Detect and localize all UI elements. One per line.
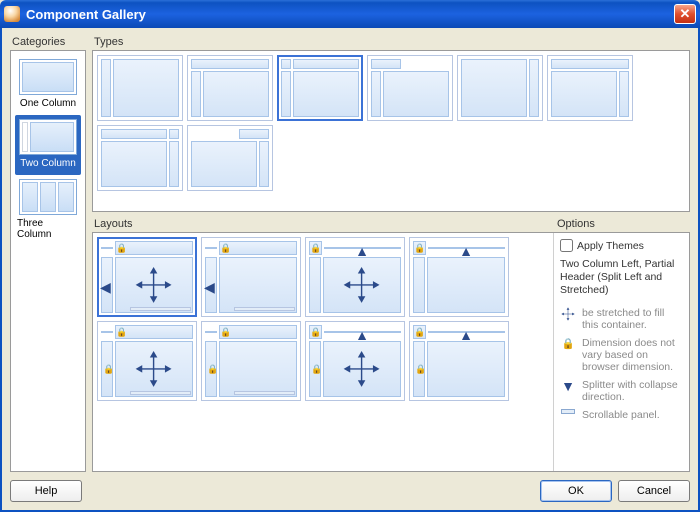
cancel-button[interactable]: Cancel xyxy=(618,480,690,502)
category-label: Three Column xyxy=(17,218,79,240)
scrollbar-icon xyxy=(130,391,191,395)
categories-panel: One Column Two Column Three Column xyxy=(10,50,86,472)
layout-item[interactable]: 🔒 ▲ 🔒 xyxy=(409,321,509,401)
lock-icon: 🔒 xyxy=(103,364,114,375)
legend-text: be stretched to fill this container. xyxy=(582,307,683,331)
category-label: Two Column xyxy=(20,158,76,169)
legend-text: Splitter with collapse direction. xyxy=(582,379,683,403)
legend: be stretched to fill this container. 🔒 D… xyxy=(560,307,683,421)
lock-icon: 🔒 xyxy=(220,327,231,337)
lock-icon: 🔒 xyxy=(207,364,218,375)
layout-item[interactable]: 🔒▲ xyxy=(409,237,509,317)
close-icon: ✕ xyxy=(680,6,691,22)
title-bar: Component Gallery ✕ xyxy=(0,0,700,28)
scrollbar-icon xyxy=(560,409,576,414)
splitter-left-icon: ◀ xyxy=(204,280,215,294)
splitter-up-icon: ▲ xyxy=(355,244,369,258)
types-grid xyxy=(97,55,685,191)
button-bar: Help OK Cancel xyxy=(10,472,690,502)
help-button[interactable]: Help xyxy=(10,480,82,502)
layout-item[interactable]: 🔒▲ xyxy=(305,237,405,317)
layouts-label: Layouts xyxy=(92,218,555,232)
lock-icon: 🔒 xyxy=(415,364,426,375)
category-thumb xyxy=(19,179,77,215)
category-thumb xyxy=(19,59,77,95)
legend-row: 🔒 Dimension does not vary based on brows… xyxy=(560,337,683,373)
type-item[interactable] xyxy=(457,55,543,121)
legend-row: ▼ Splitter with collapse direction. xyxy=(560,379,683,403)
stretch-icon xyxy=(324,258,400,312)
legend-text: Scrollable panel. xyxy=(582,409,683,421)
apply-themes-input[interactable] xyxy=(560,239,573,252)
legend-text: Dimension does not vary based on browser… xyxy=(582,337,683,373)
scrollbar-icon xyxy=(234,307,295,311)
apply-themes-label: Apply Themes xyxy=(577,240,644,252)
options-panel: Apply Themes Two Column Left, Partial He… xyxy=(554,233,689,471)
type-item[interactable] xyxy=(97,55,183,121)
apply-themes-checkbox[interactable]: Apply Themes xyxy=(560,239,683,252)
ok-button[interactable]: OK xyxy=(540,480,612,502)
scrollbar-icon xyxy=(234,391,295,395)
type-item[interactable] xyxy=(367,55,453,121)
lock-icon: 🔒 xyxy=(414,327,425,337)
lock-icon: 🔒 xyxy=(560,337,576,350)
splitter-up-icon: ▲ xyxy=(459,244,473,258)
layout-item[interactable]: 🔒 ◀ xyxy=(201,237,301,317)
lock-icon: 🔒 xyxy=(414,243,425,253)
types-panel xyxy=(92,50,690,212)
layout-item[interactable]: 🔒 🔒 xyxy=(97,321,197,401)
category-item-two-column[interactable]: Two Column xyxy=(15,115,81,175)
layout-description: Two Column Left, Partial Header (Split L… xyxy=(560,258,683,297)
splitter-left-icon: ◀ xyxy=(100,280,111,294)
layout-item[interactable]: 🔒 🔒 xyxy=(201,321,301,401)
scrollbar-icon xyxy=(130,307,191,311)
client-area: Categories One Column Two Column Three C… xyxy=(0,28,700,512)
stretch-icon xyxy=(324,342,400,396)
legend-row: Scrollable panel. xyxy=(560,409,683,421)
layout-item[interactable]: 🔒 ▲ 🔒 xyxy=(305,321,405,401)
category-thumb xyxy=(19,119,77,155)
category-label: One Column xyxy=(20,98,76,109)
close-button[interactable]: ✕ xyxy=(674,4,696,24)
app-icon xyxy=(4,6,20,22)
layout-item[interactable]: 🔒 ◀ xyxy=(97,237,197,317)
stretch-icon xyxy=(116,342,192,396)
window-title: Component Gallery xyxy=(26,7,146,22)
layouts-row: 🔒 ◀ 🔒 ◀ 🔒▲ xyxy=(92,232,690,472)
category-item-three-column[interactable]: Three Column xyxy=(15,175,81,246)
types-label: Types xyxy=(92,36,690,50)
splitter-up-icon: ▲ xyxy=(355,328,369,342)
type-item[interactable] xyxy=(187,125,273,191)
category-item-one-column[interactable]: One Column xyxy=(15,55,81,115)
type-item[interactable] xyxy=(277,55,363,121)
legend-row: be stretched to fill this container. xyxy=(560,307,683,331)
lock-icon: 🔒 xyxy=(220,243,231,253)
layouts-panel: 🔒 ◀ 🔒 ◀ 🔒▲ xyxy=(93,233,554,471)
type-item[interactable] xyxy=(97,125,183,191)
lock-icon: 🔒 xyxy=(116,243,127,253)
stretch-icon xyxy=(560,307,576,321)
categories-column: Categories One Column Two Column Three C… xyxy=(10,36,86,472)
main-row: Categories One Column Two Column Three C… xyxy=(10,36,690,472)
right-column: Types xyxy=(92,36,690,472)
splitter-up-icon: ▲ xyxy=(459,328,473,342)
categories-label: Categories xyxy=(10,36,86,50)
lock-icon: 🔒 xyxy=(116,327,127,337)
lock-icon: 🔒 xyxy=(310,243,321,253)
lock-icon: 🔒 xyxy=(310,327,321,337)
layouts-grid: 🔒 ◀ 🔒 ◀ 🔒▲ xyxy=(97,237,549,401)
lock-icon: 🔒 xyxy=(311,364,322,375)
type-item[interactable] xyxy=(547,55,633,121)
splitter-icon: ▼ xyxy=(560,379,576,393)
options-label: Options xyxy=(555,218,690,232)
type-item[interactable] xyxy=(187,55,273,121)
stretch-icon xyxy=(116,258,192,312)
